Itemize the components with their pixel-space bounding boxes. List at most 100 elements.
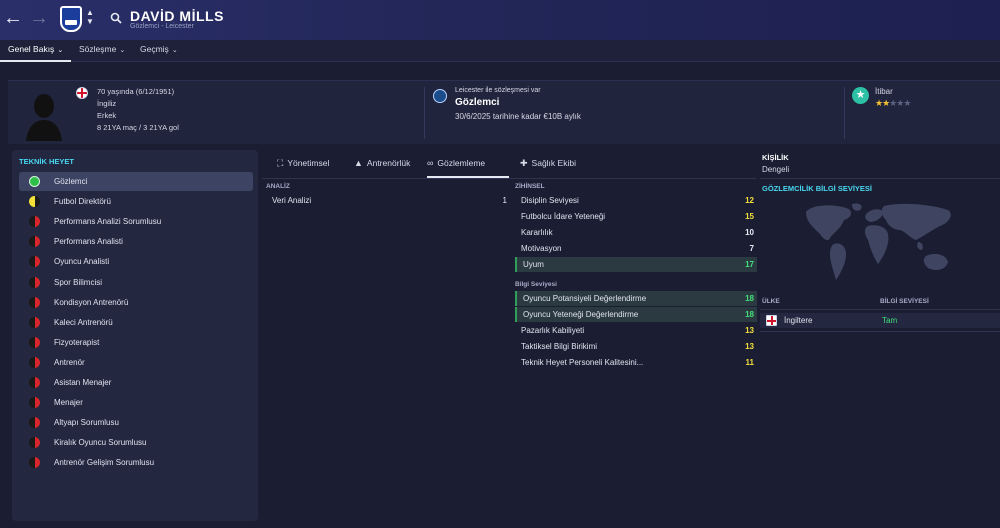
analysis-title: ANALİZ: [266, 183, 290, 190]
status-dot-icon: [29, 196, 40, 208]
staff-role-item[interactable]: Gözlemci: [19, 172, 253, 191]
staff-role-item[interactable]: Kaleci Antrenörü: [19, 313, 253, 332]
attribute-value: 15: [745, 212, 754, 222]
staff-role-item[interactable]: Altyapı Sorumlusu: [19, 413, 253, 432]
attribute-row[interactable]: Taktiksel Bilgi Birikimi 13: [515, 339, 757, 354]
staff-role-item[interactable]: Futbol Direktörü: [19, 192, 253, 211]
attribute-name: Oyuncu Potansiyeli Değerlendirme: [523, 294, 647, 303]
tab-history[interactable]: Geçmiş ⌄: [132, 44, 186, 62]
club-switch-chevrons-icon[interactable]: ▲ ▼: [86, 8, 94, 26]
england-flag-icon: [76, 87, 88, 99]
scouting-knowledge-title: GÖZLEMCİLİK BİLGİ SEVİYESİ: [762, 184, 873, 193]
mental-title: ZİHİNSEL: [515, 183, 545, 190]
attribute-name: Motivasyon: [521, 244, 562, 254]
staff-role-label: Kaleci Antrenörü: [54, 317, 113, 327]
england-flag-icon: [766, 315, 777, 326]
attribute-name: Kararlılık: [521, 228, 553, 238]
attribute-row[interactable]: Teknik Heyet Personeli Kalitesini... 11: [515, 355, 757, 370]
person-tree-icon: ⛶: [277, 158, 284, 168]
staff-role-label: Performans Analisti: [54, 237, 123, 247]
scouting-country: İngiltere: [784, 316, 813, 325]
attribute-row[interactable]: Uyum 17: [515, 257, 757, 273]
staff-role-label: Altyapı Sorumlusu: [54, 418, 119, 428]
attribute-value: 10: [745, 228, 754, 238]
tab-label: Sağlık Ekibi: [531, 158, 576, 168]
staff-role-label: Performans Analizi Sorumlusu: [54, 217, 162, 227]
attribute-name: Taktiksel Bilgi Birikimi: [521, 342, 598, 352]
attribute-value: 7: [749, 244, 754, 254]
attribute-row[interactable]: Kararlılık 10: [515, 225, 757, 240]
status-dot-icon: [29, 236, 40, 248]
staff-role-item[interactable]: Oyuncu Analisti: [19, 252, 253, 271]
staff-role-label: Antrenör Gelişim Sorumlusu: [54, 458, 155, 468]
staff-role-label: Gözlemci: [54, 177, 88, 186]
status-dot-icon: [29, 336, 40, 348]
contract-icon: [433, 89, 447, 103]
tab-management[interactable]: ⛶ Yönetimsel: [277, 158, 329, 178]
personality-title: KİŞİLİK: [762, 153, 789, 162]
forward-arrow-icon[interactable]: →: [28, 8, 50, 30]
panel-title: TEKNİK HEYET: [19, 157, 75, 166]
attribute-name: Uyum: [523, 260, 544, 270]
attribute-value: 18: [745, 310, 754, 320]
staff-role-item[interactable]: Asistan Menajer: [19, 373, 253, 392]
tab-label: Gözlemleme: [437, 158, 486, 168]
tab-label: Antrenörlük: [366, 158, 411, 168]
tab-contract[interactable]: Sözleşme ⌄: [71, 44, 133, 62]
staff-role-item[interactable]: Performans Analizi Sorumlusu: [19, 212, 253, 231]
tab-label: Sözleşme: [79, 44, 117, 54]
staff-role-item[interactable]: Fizyoterapist: [19, 333, 253, 352]
staff-role-item[interactable]: Performans Analisti: [19, 232, 253, 251]
tabs-underline: [262, 178, 756, 179]
contract-detail: 30/6/2025 tarihine kadar €10B aylık: [455, 112, 581, 121]
attribute-row[interactable]: Pazarlık Kabiliyeti 13: [515, 323, 757, 338]
status-dot-icon: [29, 316, 40, 328]
attribute-row[interactable]: Oyuncu Yeteneği Değerlendirme 18: [515, 307, 757, 323]
attribute-row[interactable]: Disiplin Seviyesi 12: [515, 193, 757, 208]
country-column-header: ÜLKE: [762, 298, 780, 305]
attribute-value: 17: [745, 260, 754, 270]
tab-label: Yönetimsel: [287, 158, 330, 168]
reputation-stars: ★★★★★: [875, 98, 911, 109]
medical-kit-icon: ✚: [520, 158, 528, 168]
status-dot-icon: [29, 296, 40, 308]
staff-role-item[interactable]: Spor Bilimcisi: [19, 273, 253, 292]
attribute-name: Oyuncu Yeteneği Değerlendirme: [523, 310, 639, 320]
staff-role-item[interactable]: Antrenör: [19, 353, 253, 372]
back-arrow-icon[interactable]: ←: [2, 8, 24, 30]
scouting-row[interactable]: İngiltere Tam: [760, 313, 1000, 328]
status-dot-icon: [29, 356, 40, 368]
contract-role: Gözlemci: [455, 97, 500, 108]
attribute-row[interactable]: Motivasyon 7: [515, 241, 757, 256]
status-dot-icon: [29, 457, 40, 469]
contract-title: Leicester ile sözleşmesi var: [455, 87, 541, 94]
personality-value: Dengeli: [762, 165, 790, 174]
divider: [760, 178, 1000, 179]
staff-role-item[interactable]: Menajer: [19, 393, 253, 412]
status-dot-icon: [29, 377, 40, 388]
chevron-down-icon: ⌄: [171, 47, 178, 54]
staff-role-label: Kiralık Oyuncu Sorumlusu: [54, 438, 147, 448]
attribute-value: 13: [745, 326, 754, 336]
tab-overview[interactable]: Genel Bakış ⌄: [0, 44, 72, 62]
tab-coaching[interactable]: ▲ Antrenörlük: [354, 158, 410, 178]
tab-label: Geçmiş: [140, 44, 169, 54]
header-bar: ← → ▲ ▼ DAVİD MİLLS Gözlemci - Leicester: [0, 0, 1000, 40]
staff-role-item[interactable]: Kondisyon Antrenörü: [19, 293, 253, 312]
search-icon[interactable]: [110, 12, 122, 24]
chevron-down-icon: ⌄: [119, 47, 126, 54]
club-crest-icon[interactable]: [60, 6, 82, 32]
tab-bar: Genel Bakış ⌄ Sözleşme ⌄ Geçmiş ⌄: [0, 40, 1000, 62]
attribute-name: Futbolcu İdare Yeteneği: [521, 212, 606, 222]
attribute-row[interactable]: Oyuncu Potansiyeli Değerlendirme 18: [515, 291, 757, 306]
tab-scouting[interactable]: ∞ Gözlemleme: [427, 158, 509, 178]
staff-role-item[interactable]: Kiralık Oyuncu Sorumlusu: [19, 433, 253, 452]
attribute-row[interactable]: Futbolcu İdare Yeteneği 15: [515, 209, 757, 224]
staff-role-label: Spor Bilimcisi: [54, 277, 103, 287]
staff-role-item[interactable]: Antrenör Gelişim Sorumlusu: [19, 453, 253, 472]
status-dot-icon: [29, 256, 40, 268]
status-dot-icon: [29, 437, 40, 449]
tab-medical[interactable]: ✚ Sağlık Ekibi: [520, 158, 576, 178]
status-dot-icon: [29, 276, 40, 288]
staff-role-label: Antrenör: [54, 357, 85, 367]
